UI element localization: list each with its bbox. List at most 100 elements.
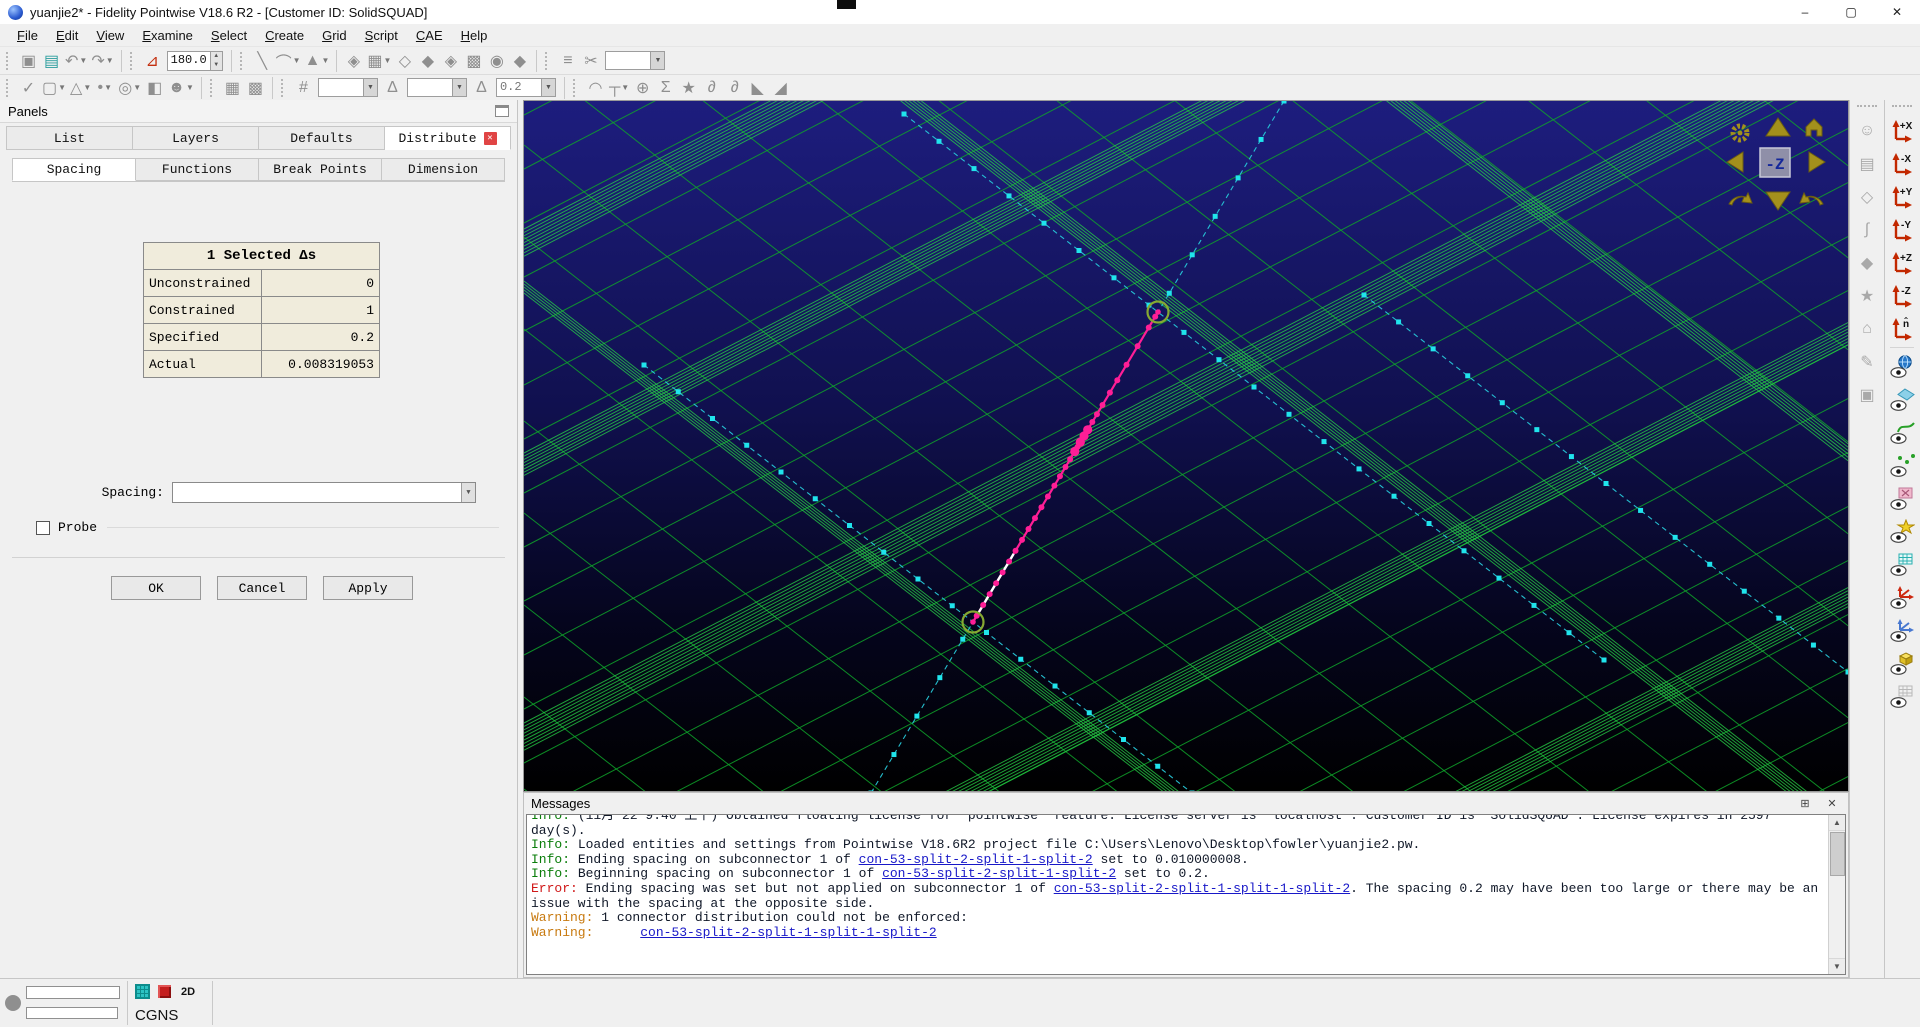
grid-solve-icon[interactable]: ▦ ▼ [365, 49, 393, 73]
structured-grid-icon[interactable]: ▦ [221, 76, 244, 100]
maximize-button[interactable]: ▢ [1828, 0, 1874, 24]
dropdown-arrow-icon[interactable]: ▼ [621, 83, 629, 92]
sphere-render-icon[interactable]: ◎ ▼ [116, 76, 143, 100]
split-connector-icon[interactable]: ✂ [579, 49, 602, 73]
view-cube-icon[interactable]: ▢ ▼ [40, 76, 68, 100]
messages-scrollbar[interactable]: ▲ ▼ [1828, 815, 1845, 974]
menu-grid[interactable]: Grid [313, 26, 356, 45]
select-shells-icon[interactable]: ⌂ [1852, 312, 1882, 345]
nav-pan-up-icon[interactable] [1765, 117, 1791, 137]
edit-wrench-icon[interactable]: ◈ [439, 49, 462, 73]
select-mask-icon[interactable]: ☺ [1852, 114, 1882, 147]
partial-derivative1-icon[interactable]: ∂ [700, 76, 723, 100]
view-minusZ-button[interactable]: -Z [1887, 279, 1917, 312]
dropdown-arrow-icon[interactable]: ▼ [79, 56, 87, 65]
connector-link[interactable]: con-53-split-2-split-1-split-1-split-2 [640, 925, 936, 940]
spacing-input[interactable] [173, 483, 461, 502]
subtab-dimension[interactable]: Dimension [382, 158, 505, 181]
show-layer-grid-icon[interactable] [1887, 680, 1917, 713]
view-plusZ-button[interactable]: +Z [1887, 246, 1917, 279]
select-spacings-icon[interactable]: ✎ [1852, 345, 1882, 378]
connector-link[interactable]: con-53-split-2-split-1-split-2 [859, 852, 1093, 867]
assemble-icon[interactable]: ◆ [508, 49, 531, 73]
show-shells-icon[interactable] [1887, 482, 1917, 515]
half-shade-icon[interactable]: ◧ [143, 76, 166, 100]
select-connectors-icon[interactable]: ∫ [1852, 213, 1882, 246]
spin-up-icon[interactable]: ▲ [211, 52, 222, 61]
dimension-combo[interactable]: ▼ [317, 78, 378, 97]
show-sources-icon[interactable] [1887, 515, 1917, 548]
angle-constraint-icon[interactable]: ⊿ [141, 49, 164, 73]
show-yaxes-icon[interactable] [1887, 614, 1917, 647]
dropdown-arrow-icon[interactable]: ▼ [293, 56, 301, 65]
dropdown-arrow-icon[interactable]: ▼ [321, 56, 329, 65]
select-blocks-icon[interactable]: ◆ [1852, 246, 1882, 279]
spacing-dropdown-icon[interactable]: ▼ [461, 483, 475, 502]
apply-button[interactable]: Apply [323, 576, 413, 600]
scroll-down-icon[interactable]: ▼ [1828, 958, 1845, 974]
tab-distribute[interactable]: Distribute ✕ [385, 126, 511, 150]
show-grid-icon[interactable] [1887, 548, 1917, 581]
cae-solver-block[interactable]: 2D CGNS [128, 979, 212, 1027]
nav-pan-right-icon[interactable] [1808, 151, 1826, 173]
spin-down-icon[interactable]: ▼ [211, 61, 222, 70]
menu-cae[interactable]: CAE [407, 26, 452, 45]
select-sources-icon[interactable]: ★ [1852, 279, 1882, 312]
viewport-3d[interactable]: -Z [523, 100, 1849, 792]
nav-pan-left-icon[interactable] [1726, 151, 1744, 173]
angle-spinner-arrows[interactable]: ▲ ▼ [209, 51, 222, 70]
tab-layers[interactable]: Layers [133, 126, 259, 150]
layer-stack-icon[interactable]: ≡ [556, 49, 579, 73]
show-domains-icon[interactable] [1887, 383, 1917, 416]
domain-shaded-icon[interactable]: ◆ [416, 49, 439, 73]
select-database-icon[interactable]: ▤ [1852, 147, 1882, 180]
scroll-up-icon[interactable]: ▲ [1828, 815, 1845, 831]
menu-examine[interactable]: Examine [133, 26, 202, 45]
layer-combo[interactable]: ▼ [605, 51, 666, 70]
tri-add-icon[interactable]: ◣ [746, 76, 769, 100]
dropdown-arrow-icon[interactable]: ▼ [362, 79, 377, 96]
nav-pan-down-icon[interactable] [1765, 191, 1791, 211]
dropdown-arrow-icon[interactable]: ▼ [650, 52, 665, 69]
angle-spinner[interactable]: 180.0 ▲ ▼ [166, 50, 223, 71]
menu-file[interactable]: File [8, 26, 47, 45]
dropdown-arrow-icon[interactable]: ▼ [451, 79, 466, 96]
extrude-fan-icon[interactable]: ◠ [584, 76, 607, 100]
select-domains-icon[interactable]: ◇ [1852, 180, 1882, 213]
messages-close-icon[interactable]: ✕ [1823, 796, 1841, 811]
show-connectors-icon[interactable] [1887, 416, 1917, 449]
circle-wrench-icon[interactable]: ◉ [485, 49, 508, 73]
nav-rotate-left-icon[interactable] [1728, 191, 1753, 206]
tab-list[interactable]: List [6, 126, 133, 150]
close-button[interactable]: ✕ [1874, 0, 1920, 24]
nav-home-icon[interactable] [1805, 118, 1823, 137]
subtab-break-points[interactable]: Break Points [259, 158, 382, 181]
ghost-render-icon[interactable]: ☻ ▼ [166, 76, 196, 100]
dropdown-arrow-icon[interactable]: ▼ [83, 83, 91, 92]
orientation-cube[interactable]: -Z [1759, 147, 1791, 178]
dropdown-arrow-icon[interactable]: ▼ [58, 83, 66, 92]
dropdown-arrow-icon[interactable]: ▼ [383, 56, 391, 65]
undo-icon[interactable]: ↶ ▼ [63, 49, 89, 73]
view-minusX-button[interactable]: -X [1887, 147, 1917, 180]
create-spline-icon[interactable]: ▲ ▼ [303, 49, 332, 73]
pyramid-icon[interactable]: △ ▼ [68, 76, 93, 100]
probe-checkbox[interactable] [36, 520, 50, 535]
tri-sub-icon[interactable]: ◢ [769, 76, 792, 100]
show-blocks-icon[interactable] [1887, 647, 1917, 680]
avg-spacing-icon[interactable]: Δ [381, 76, 404, 100]
minimize-button[interactable]: – [1782, 0, 1828, 24]
connector-link[interactable]: con-53-split-2-split-1-split-2 [882, 866, 1116, 882]
messages-float-icon[interactable]: ⊞ [1796, 796, 1814, 811]
dropdown-arrow-icon[interactable]: ▼ [133, 83, 141, 92]
cancel-button[interactable]: Cancel [217, 576, 307, 600]
menu-help[interactable]: Help [452, 26, 497, 45]
menu-view[interactable]: View [87, 26, 133, 45]
ok-button[interactable]: OK [111, 576, 201, 600]
node-icon[interactable]: • ▼ [93, 76, 116, 100]
project-star-icon[interactable]: ★ [677, 76, 700, 100]
domain-icon[interactable]: ◇ [393, 49, 416, 73]
tab-defaults[interactable]: Defaults [259, 126, 385, 150]
panel-float-icon[interactable] [495, 105, 509, 117]
subtab-spacing[interactable]: Spacing [12, 158, 136, 181]
